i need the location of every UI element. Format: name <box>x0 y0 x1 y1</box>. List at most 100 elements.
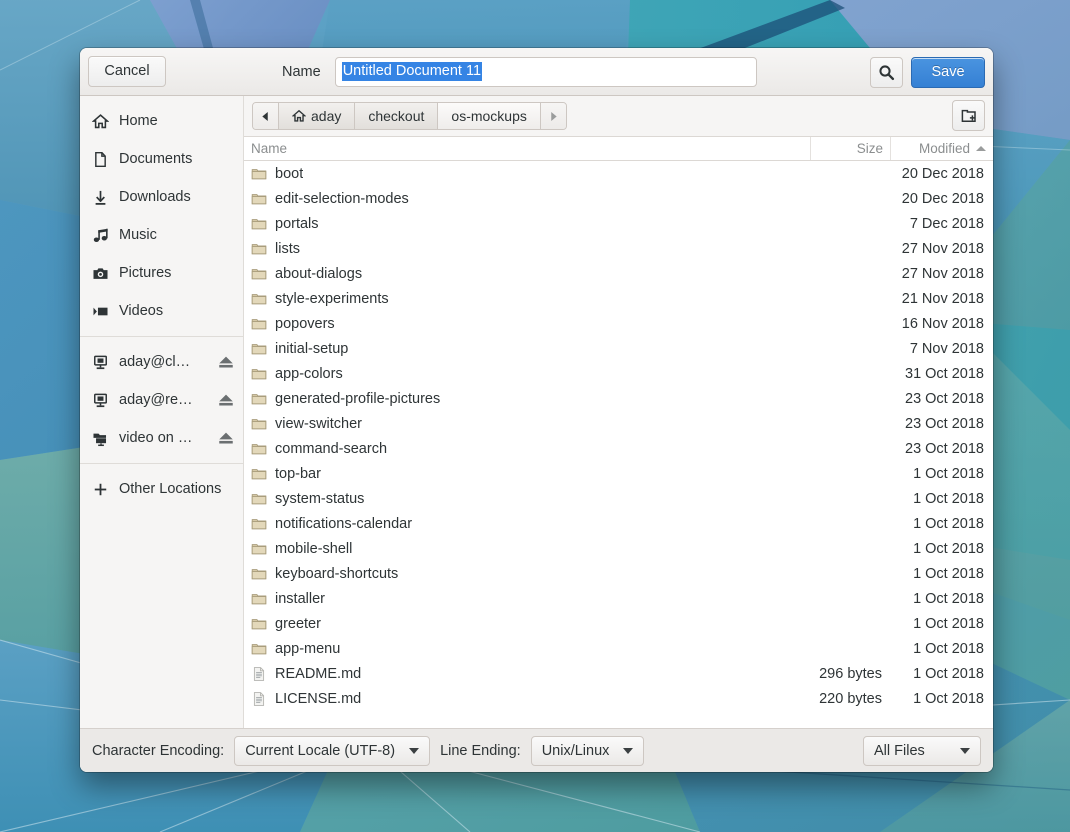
table-row[interactable]: installer 1 Oct 2018 <box>244 586 993 611</box>
sidebar-divider <box>80 336 243 337</box>
breadcrumb-item-label: os-mockups <box>451 108 527 124</box>
sidebar-item-label: aday@re… <box>119 392 193 408</box>
character-encoding-label: Character Encoding: <box>92 742 225 759</box>
sidebar-item-pictures[interactable]: Pictures <box>80 254 243 292</box>
sidebar-item-other-locations[interactable]: Other Locations <box>80 470 243 508</box>
breadcrumb-item-aday[interactable]: aday <box>279 103 356 129</box>
table-row[interactable]: popovers 16 Nov 2018 <box>244 311 993 336</box>
folder-icon <box>251 643 267 654</box>
breadcrumb-item-os-mockups[interactable]: os-mockups <box>438 103 541 129</box>
save-button[interactable]: Save <box>911 56 985 88</box>
file-name-label: popovers <box>275 315 335 332</box>
sidebar-item-mount-3[interactable]: video on … <box>80 419 243 457</box>
network-folder-icon <box>93 433 107 446</box>
table-row[interactable]: mobile-shell 1 Oct 2018 <box>244 536 993 561</box>
table-row[interactable]: edit-selection-modes 20 Dec 2018 <box>244 186 993 211</box>
table-row[interactable]: generated-profile-pictures 23 Oct 2018 <box>244 386 993 411</box>
character-encoding-select[interactable]: Current Locale (UTF-8) <box>234 735 431 766</box>
folder-icon <box>251 293 267 304</box>
column-header-name[interactable]: Name <box>244 137 811 160</box>
headerbar-right-actions: Save <box>870 48 985 96</box>
chevron-right-icon <box>551 111 557 121</box>
file-name-label: greeter <box>275 615 321 632</box>
file-name-cell: lists <box>244 241 811 257</box>
table-row[interactable]: about-dialogs 27 Nov 2018 <box>244 261 993 286</box>
folder-icon <box>251 618 267 629</box>
file-modified-cell: 23 Oct 2018 <box>905 415 984 432</box>
pathbar-forward-button[interactable] <box>540 103 566 129</box>
file-modified-cell: 1 Oct 2018 <box>913 665 984 682</box>
file-name-label: mobile-shell <box>275 540 353 557</box>
table-row[interactable]: README.md 296 bytes 1 Oct 2018 <box>244 661 993 686</box>
sidebar-item-label: Videos <box>119 303 164 319</box>
column-header-modified[interactable]: Modified <box>891 137 993 160</box>
column-header-size[interactable]: Size <box>811 137 891 160</box>
folder-icon <box>251 593 267 604</box>
file-name-cell: README.md <box>244 666 811 682</box>
file-list[interactable]: boot 20 Dec 2018 edit-selection-modes 20 De… <box>244 161 993 728</box>
sidebar-item-mount-1[interactable]: aday@cl… <box>80 343 243 381</box>
file-name-label: command-search <box>275 440 388 457</box>
chevron-down-icon <box>623 747 634 754</box>
plus-icon <box>94 483 107 495</box>
file-modified-cell: 27 Nov 2018 <box>901 240 984 257</box>
sidebar-item-documents[interactable]: Documents <box>80 140 243 178</box>
table-row[interactable]: command-search 23 Oct 2018 <box>244 436 993 461</box>
sidebar-item-videos[interactable]: Videos <box>80 292 243 330</box>
filename-input[interactable]: Untitled Document 11 <box>334 56 757 87</box>
table-row[interactable]: notifications-calendar 1 Oct 2018 <box>244 511 993 536</box>
table-row[interactable]: portals 7 Dec 2018 <box>244 211 993 236</box>
sidebar-item-music[interactable]: Music <box>80 216 243 254</box>
file-filter-select[interactable]: All Files <box>863 735 981 766</box>
cancel-button[interactable]: Cancel <box>88 56 166 87</box>
search-button[interactable] <box>870 56 903 88</box>
table-row[interactable]: initial-setup 7 Nov 2018 <box>244 336 993 361</box>
table-row[interactable]: app-menu 1 Oct 2018 <box>244 636 993 661</box>
file-modified-cell: 20 Dec 2018 <box>901 165 984 182</box>
eject-icon[interactable] <box>217 353 235 371</box>
table-row[interactable]: app-colors 31 Oct 2018 <box>244 361 993 386</box>
file-name-cell: view-switcher <box>244 416 811 432</box>
file-name-label: app-colors <box>275 365 343 382</box>
pathbar-back-button[interactable] <box>253 103 279 129</box>
file-modified-cell: 23 Oct 2018 <box>905 390 984 407</box>
table-row[interactable]: greeter 1 Oct 2018 <box>244 611 993 636</box>
file-name-label: about-dialogs <box>275 265 363 282</box>
sidebar-item-downloads[interactable]: Downloads <box>80 178 243 216</box>
file-modified-cell: 1 Oct 2018 <box>913 540 984 557</box>
file-name-label: README.md <box>275 665 362 682</box>
table-row[interactable]: view-switcher 23 Oct 2018 <box>244 411 993 436</box>
sidebar-item-home[interactable]: Home <box>80 102 243 140</box>
table-row[interactable]: lists 27 Nov 2018 <box>244 236 993 261</box>
file-name-cell: keyboard-shortcuts <box>244 566 811 582</box>
folder-icon <box>251 518 267 529</box>
remote-drive-icon <box>94 355 107 369</box>
folder-icon <box>251 268 267 279</box>
file-modified-cell: 21 Nov 2018 <box>901 290 984 307</box>
dialog-headerbar: Cancel Name Untitled Document 11 Save <box>80 48 993 96</box>
file-name-label: edit-selection-modes <box>275 190 409 207</box>
sidebar-item-label: Music <box>119 227 157 243</box>
eject-icon[interactable] <box>217 391 235 409</box>
table-row[interactable]: keyboard-shortcuts 1 Oct 2018 <box>244 561 993 586</box>
chevron-left-icon <box>262 111 268 121</box>
table-row[interactable]: top-bar 1 Oct 2018 <box>244 461 993 486</box>
table-row[interactable]: system-status 1 Oct 2018 <box>244 486 993 511</box>
sidebar-item-mount-2[interactable]: aday@re… <box>80 381 243 419</box>
file-name-label: view-switcher <box>275 415 363 432</box>
file-name-label: app-menu <box>275 640 341 657</box>
table-row[interactable]: boot 20 Dec 2018 <box>244 161 993 186</box>
breadcrumb-item-checkout[interactable]: checkout <box>355 103 439 129</box>
eject-icon[interactable] <box>217 429 235 447</box>
table-row[interactable]: LICENSE.md 220 bytes 1 Oct 2018 <box>244 686 993 711</box>
file-name-label: boot <box>275 165 304 182</box>
file-name-label: lists <box>275 240 300 257</box>
camera-icon <box>93 267 108 279</box>
line-ending-select[interactable]: Unix/Linux <box>530 735 645 766</box>
table-row[interactable]: style-experiments 21 Nov 2018 <box>244 286 993 311</box>
file-modified-cell: 16 Nov 2018 <box>901 315 984 332</box>
file-name-label: style-experiments <box>275 290 389 307</box>
line-ending-label: Line Ending: <box>440 742 521 759</box>
new-folder-button[interactable] <box>952 100 985 131</box>
folder-icon <box>251 493 267 504</box>
